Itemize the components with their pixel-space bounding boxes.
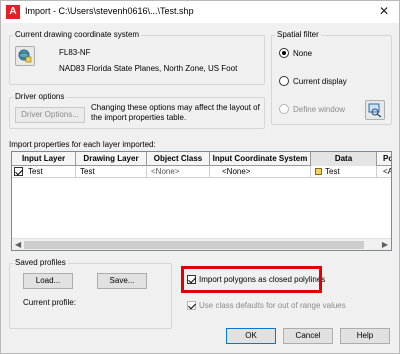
- driver-options-note: Changing these options may affect the la…: [91, 103, 260, 122]
- scroll-left-icon[interactable]: ◀: [15, 240, 21, 249]
- define-window-button[interactable]: [365, 100, 385, 120]
- spatial-filter-define-window-radio[interactable]: [279, 104, 289, 114]
- coordinate-system-code: FL83-NF: [59, 48, 91, 57]
- annotation-highlight-box: [181, 266, 322, 293]
- coordinate-system-label: Current drawing coordinate system: [13, 30, 142, 39]
- driver-options-button[interactable]: Driver Options...: [15, 107, 85, 123]
- coordinate-system-group: [9, 35, 265, 85]
- ok-button[interactable]: OK: [226, 328, 276, 344]
- cell-object-class[interactable]: <None>: [147, 166, 210, 178]
- close-icon[interactable]: ✕: [379, 4, 389, 18]
- import-properties-label: Import properties for each layer importe…: [9, 140, 156, 149]
- column-header-drawing-layer[interactable]: Drawing Layer: [76, 152, 147, 166]
- spatial-filter-current-display-label: Current display: [293, 77, 347, 86]
- column-header-input-layer[interactable]: Input Layer: [12, 152, 76, 166]
- help-button[interactable]: Help: [340, 328, 390, 344]
- cell-input-coordinate-system[interactable]: <None>: [210, 166, 311, 178]
- saved-profiles-label: Saved profiles: [13, 258, 68, 267]
- column-header-data[interactable]: Data: [311, 152, 377, 166]
- coordinate-system-description: NAD83 Florida State Planes, North Zone, …: [59, 64, 238, 73]
- coordinate-system-button[interactable]: [15, 46, 35, 66]
- spatial-filter-none-label: None: [293, 49, 313, 58]
- row-include-checkbox[interactable]: [14, 167, 23, 176]
- table-row[interactable]: Test Test <None> <None> Test <ACAD: [12, 166, 391, 178]
- cell-drawing-layer[interactable]: Test: [76, 166, 147, 178]
- spatial-filter-none-radio[interactable]: [279, 48, 289, 58]
- data-table-icon: [315, 168, 322, 175]
- cell-input-layer: Test: [26, 166, 76, 178]
- scroll-right-icon[interactable]: ▶: [382, 240, 388, 249]
- driver-options-label: Driver options: [13, 92, 67, 101]
- class-defaults-checkbox[interactable]: [187, 301, 196, 310]
- import-properties-table: Input Layer Drawing Layer Object Class I…: [11, 151, 392, 251]
- cell-points[interactable]: <ACAD: [377, 166, 391, 178]
- scrollbar-thumb[interactable]: [24, 241, 364, 249]
- title-bar: A Import - C:\Users\stevenh0616\...\Test…: [1, 1, 399, 23]
- spatial-filter-define-window-label: Define window: [293, 105, 346, 114]
- table-header: Input Layer Drawing Layer Object Class I…: [12, 152, 391, 166]
- horizontal-scrollbar[interactable]: ◀ ▶: [12, 238, 391, 250]
- import-dialog: A Import - C:\Users\stevenh0616\...\Test…: [0, 0, 400, 354]
- spatial-filter-label: Spatial filter: [275, 30, 321, 39]
- column-header-input-coordinate-system[interactable]: Input Coordinate System: [210, 152, 311, 166]
- column-header-points[interactable]: Po: [377, 152, 391, 166]
- class-defaults-label: Use class defaults for out of range valu…: [199, 301, 346, 310]
- globe-icon: [18, 49, 32, 63]
- cancel-button[interactable]: Cancel: [283, 328, 333, 344]
- load-profile-button[interactable]: Load...: [23, 273, 73, 289]
- spatial-filter-current-display-radio[interactable]: [279, 76, 289, 86]
- window-title: Import - C:\Users\stevenh0616\...\Test.s…: [25, 6, 194, 16]
- autocad-app-icon: A: [6, 5, 20, 19]
- current-profile-label: Current profile:: [23, 298, 76, 307]
- window-select-icon: [368, 103, 382, 118]
- column-header-object-class[interactable]: Object Class: [147, 152, 210, 166]
- save-profile-button[interactable]: Save...: [97, 273, 147, 289]
